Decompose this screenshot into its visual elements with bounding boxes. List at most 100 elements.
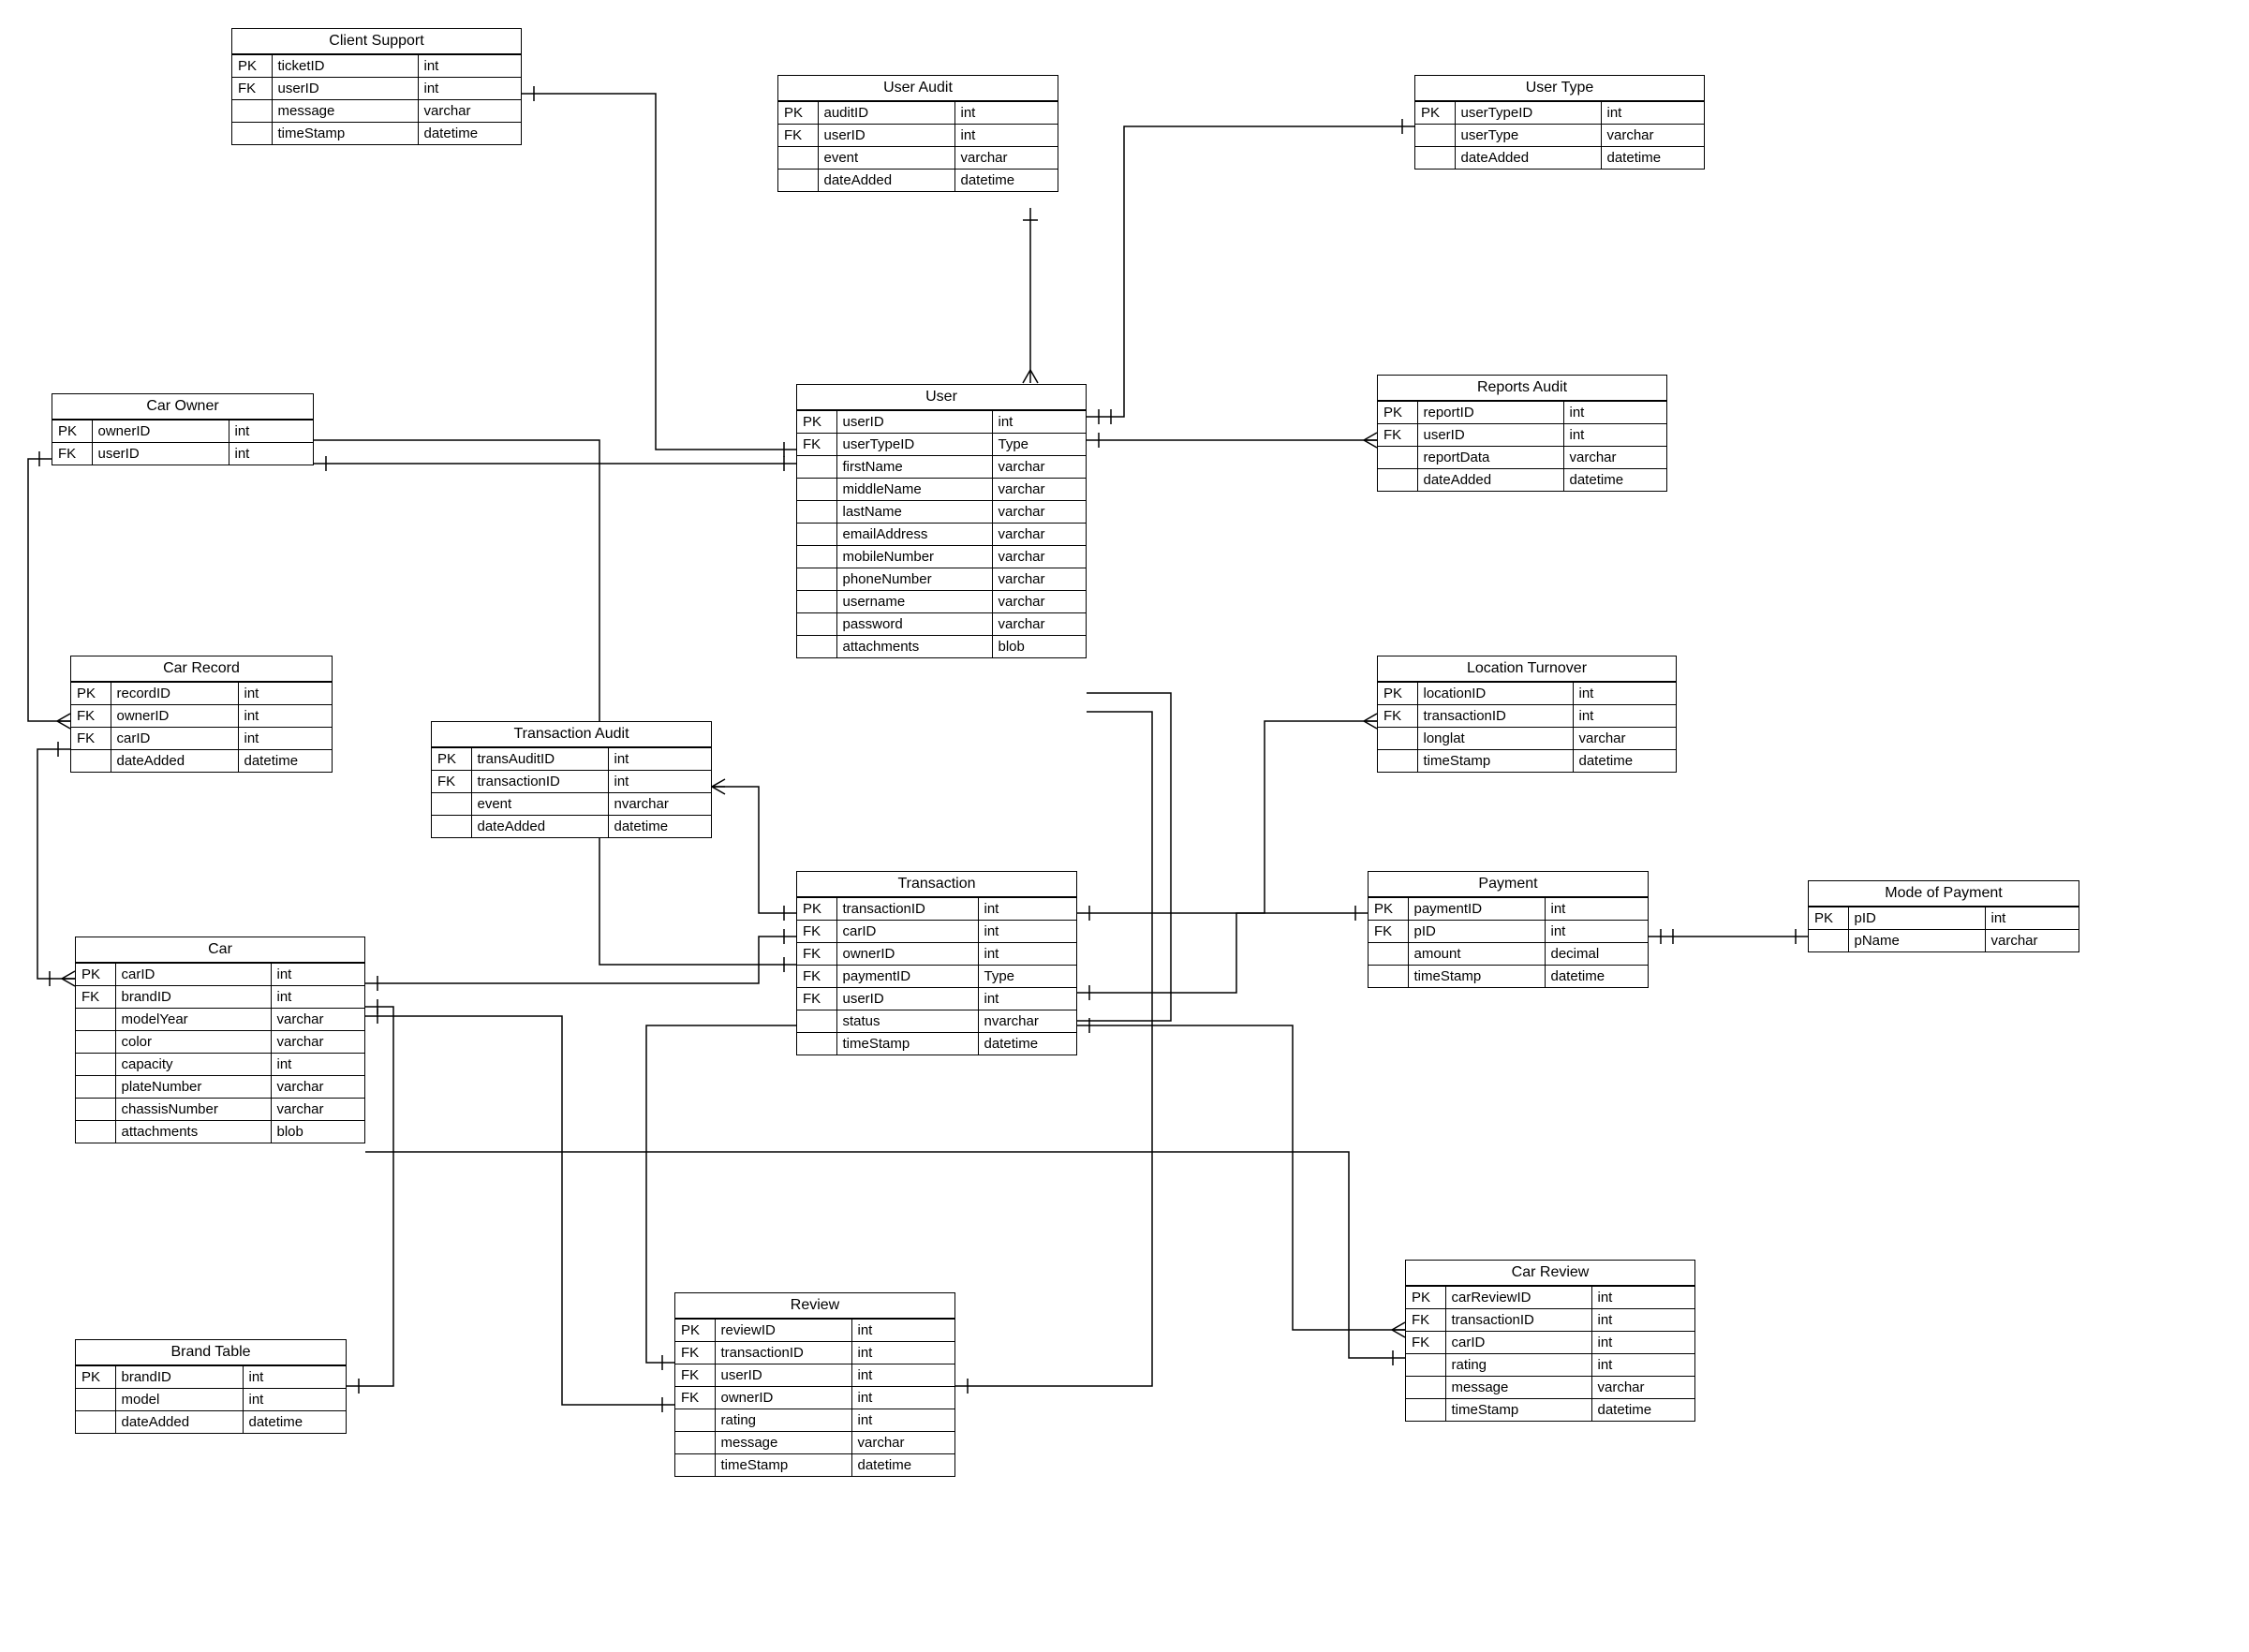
name-cell: timeStamp <box>715 1454 851 1477</box>
key-cell: PK <box>1378 683 1417 705</box>
key-cell: FK <box>675 1387 715 1409</box>
entity-columns: PKauditIDintFKuserIDinteventvarchardateA… <box>778 101 1058 191</box>
entity-title: Reports Audit <box>1378 376 1666 401</box>
type-cell: varchar <box>992 479 1086 501</box>
type-cell: int <box>608 771 711 793</box>
key-cell: FK <box>797 921 836 943</box>
key-cell: PK <box>52 420 92 443</box>
key-cell: FK <box>797 966 836 988</box>
type-cell: datetime <box>1563 469 1666 492</box>
type-cell: varchar <box>271 1076 364 1099</box>
name-cell: chassisNumber <box>115 1099 271 1121</box>
table-row: PKreviewIDint <box>675 1320 954 1342</box>
type-cell: int <box>978 988 1076 1010</box>
entity-columns: PKticketIDintFKuserIDintmessagevarcharti… <box>232 54 521 144</box>
key-cell: PK <box>76 1366 115 1389</box>
table-row: ratingint <box>675 1409 954 1432</box>
key-cell <box>1809 930 1848 952</box>
name-cell: rating <box>1445 1354 1591 1377</box>
name-cell: capacity <box>115 1054 271 1076</box>
entity-columns: PKuserIDintFKuserTypeIDTypefirstNamevarc… <box>797 410 1086 657</box>
name-cell: reportData <box>1417 447 1563 469</box>
key-cell <box>432 816 471 838</box>
type-cell: Type <box>978 966 1076 988</box>
type-cell: int <box>851 1387 954 1409</box>
entity-title: User <box>797 385 1086 410</box>
table-row: PKauditIDint <box>778 102 1058 125</box>
name-cell: userID <box>272 78 418 100</box>
key-cell: PK <box>1369 898 1408 921</box>
entity-columns: PKbrandIDintmodelintdateAddeddatetime <box>76 1365 346 1433</box>
entity-review: ReviewPKreviewIDintFKtransactionIDintFKu… <box>674 1292 955 1477</box>
type-cell: int <box>992 411 1086 434</box>
entity-columns: PKtransAuditIDintFKtransactionIDintevent… <box>432 747 711 837</box>
type-cell: varchar <box>1563 447 1666 469</box>
table-row: dateAddeddatetime <box>432 816 711 838</box>
type-cell: datetime <box>1601 147 1704 170</box>
type-cell: int <box>1601 102 1704 125</box>
key-cell <box>76 1031 115 1054</box>
key-cell <box>1378 469 1417 492</box>
table-row: reportDatavarchar <box>1378 447 1666 469</box>
type-cell: int <box>238 683 332 705</box>
table-row: dateAddeddatetime <box>1415 147 1704 170</box>
type-cell: varchar <box>418 100 521 123</box>
table-row: PKrecordIDint <box>71 683 332 705</box>
table-row: timeStampdatetime <box>797 1033 1076 1055</box>
key-cell <box>1369 943 1408 966</box>
key-cell <box>71 750 111 773</box>
key-cell: FK <box>797 988 836 1010</box>
table-row: FKcarIDint <box>797 921 1076 943</box>
type-cell: varchar <box>992 591 1086 613</box>
table-row: FKcarIDint <box>71 728 332 750</box>
type-cell: datetime <box>608 816 711 838</box>
entity-columns: PKreportIDintFKuserIDintreportDatavarcha… <box>1378 401 1666 491</box>
table-row: FKtransactionIDint <box>1378 705 1676 728</box>
type-cell: varchar <box>992 501 1086 524</box>
table-row: middleNamevarchar <box>797 479 1086 501</box>
name-cell: transactionID <box>1417 705 1573 728</box>
key-cell: FK <box>797 434 836 456</box>
table-row: dateAddeddatetime <box>71 750 332 773</box>
type-cell: decimal <box>1545 943 1648 966</box>
name-cell: emailAddress <box>836 524 992 546</box>
type-cell: datetime <box>238 750 332 773</box>
name-cell: carReviewID <box>1445 1287 1591 1309</box>
name-cell: status <box>836 1010 978 1033</box>
name-cell: phoneNumber <box>836 568 992 591</box>
type-cell: varchar <box>992 613 1086 636</box>
table-row: FKtransactionIDint <box>1406 1309 1694 1332</box>
entity-title: Car Owner <box>52 394 313 420</box>
name-cell: dateAdded <box>115 1411 243 1434</box>
name-cell: dateAdded <box>1417 469 1563 492</box>
entity-columns: PKownerIDintFKuserIDint <box>52 420 313 465</box>
name-cell: pName <box>1848 930 1985 952</box>
name-cell: carID <box>111 728 238 750</box>
name-cell: paymentID <box>836 966 978 988</box>
type-cell: int <box>229 420 313 443</box>
key-cell <box>1406 1399 1445 1422</box>
table-row: timeStampdatetime <box>675 1454 954 1477</box>
table-row: FKuserTypeIDType <box>797 434 1086 456</box>
table-row: messagevarchar <box>232 100 521 123</box>
name-cell: dateAdded <box>471 816 608 838</box>
name-cell: password <box>836 613 992 636</box>
table-row: phoneNumbervarchar <box>797 568 1086 591</box>
entity-car-owner: Car OwnerPKownerIDintFKuserIDint <box>52 393 314 465</box>
key-cell <box>232 100 272 123</box>
table-row: PKownerIDint <box>52 420 313 443</box>
entity-title: Brand Table <box>76 1340 346 1365</box>
type-cell: int <box>1545 898 1648 921</box>
type-cell: int <box>851 1320 954 1342</box>
type-cell: int <box>1591 1287 1694 1309</box>
name-cell: paymentID <box>1408 898 1545 921</box>
key-cell: FK <box>52 443 92 465</box>
name-cell: rating <box>715 1409 851 1432</box>
key-cell <box>1415 125 1455 147</box>
entity-columns: PKrecordIDintFKownerIDintFKcarIDintdateA… <box>71 682 332 772</box>
name-cell: event <box>818 147 954 170</box>
entity-title: Location Turnover <box>1378 656 1676 682</box>
name-cell: message <box>715 1432 851 1454</box>
entity-title: Payment <box>1369 872 1648 897</box>
table-row: mobileNumbervarchar <box>797 546 1086 568</box>
